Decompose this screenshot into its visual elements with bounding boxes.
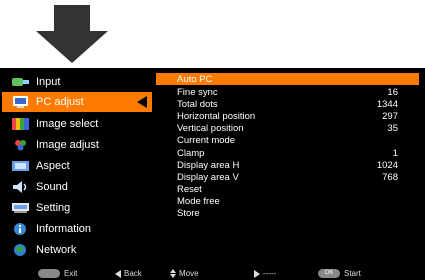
menu-item-pc-adjust[interactable]: PC adjust xyxy=(2,92,152,112)
setting-icon xyxy=(11,201,31,215)
submenu-value: 1 xyxy=(392,147,398,159)
menu-item-label: Information xyxy=(36,223,92,235)
menu-item-information[interactable]: Information xyxy=(2,219,152,239)
submenu-value: 768 xyxy=(382,171,398,183)
submenu-item-fine-sync[interactable]: Fine sync 16 xyxy=(156,86,419,98)
exit-hint: Exit xyxy=(38,269,77,278)
menu-item-label: Aspect xyxy=(36,160,70,172)
menu-item-label: Network xyxy=(36,244,77,256)
submenu-item-display-area-h[interactable]: Display area H 1024 xyxy=(156,159,419,171)
aspect-icon xyxy=(11,159,31,173)
menu-button-icon xyxy=(38,269,60,278)
submenu-item-store[interactable]: Store xyxy=(156,207,419,219)
menu-item-label: Setting xyxy=(36,202,71,214)
ok-button-icon: OK xyxy=(318,269,340,278)
submenu-label: Display area H xyxy=(177,159,240,171)
dashes-label: ----- xyxy=(263,269,277,278)
down-arrow-icon xyxy=(36,5,108,63)
menu-item-label: Image adjust xyxy=(36,139,99,151)
submenu-value: 297 xyxy=(382,110,398,122)
menu-item-image-select[interactable]: Image select xyxy=(2,114,152,134)
input-icon xyxy=(11,75,31,89)
submenu-label: Reset xyxy=(177,183,202,195)
submenu-label: Clamp xyxy=(177,147,205,159)
submenu-label: Auto PC xyxy=(177,73,213,85)
selected-arrow-icon xyxy=(137,96,147,108)
submenu-label: Store xyxy=(177,207,200,219)
menu-item-aspect[interactable]: Aspect xyxy=(2,156,152,176)
submenu-item-auto-pc[interactable]: Auto PC xyxy=(156,73,419,85)
up-down-arrow-icon xyxy=(170,269,176,278)
sound-icon xyxy=(11,180,31,194)
submenu-item-total-dots[interactable]: Total dots 1344 xyxy=(156,98,419,110)
right-hint: ----- xyxy=(254,269,276,278)
submenu-item-mode-free[interactable]: Mode free xyxy=(156,195,419,207)
back-label: Back xyxy=(124,269,142,278)
menu-item-sound[interactable]: Sound xyxy=(2,177,152,197)
submenu-label: Vertical position xyxy=(177,122,244,134)
back-hint: Back xyxy=(115,269,142,278)
image-adjust-icon xyxy=(11,138,31,152)
right-arrow-icon xyxy=(254,269,260,278)
move-label: Move xyxy=(179,269,199,278)
menu-item-label: Image select xyxy=(36,118,99,130)
submenu-value: 1344 xyxy=(376,98,398,110)
submenu-label: Mode free xyxy=(177,195,220,207)
main-menu: Input PC adjust Image select Image adjus… xyxy=(0,70,152,270)
bottom-help-bar: Exit Back Move ----- OK Start xyxy=(0,268,425,280)
submenu-label: Fine sync xyxy=(177,86,218,98)
menu-item-label: Input xyxy=(36,76,61,88)
submenu-item-current-mode[interactable]: Current mode xyxy=(156,134,419,146)
submenu-value: 35 xyxy=(387,122,398,134)
menu-item-label: Sound xyxy=(36,181,68,193)
start-label: Start xyxy=(344,269,361,278)
menu-item-setting[interactable]: Setting xyxy=(2,198,152,218)
left-arrow-icon xyxy=(115,269,121,278)
submenu-item-reset[interactable]: Reset xyxy=(156,183,419,195)
submenu-label: Current mode xyxy=(177,134,236,146)
network-icon xyxy=(11,243,31,257)
menu-item-input[interactable]: Input xyxy=(2,72,152,92)
submenu-item-horizontal-position[interactable]: Horizontal position 297 xyxy=(156,110,419,122)
start-hint: OK Start xyxy=(318,269,361,278)
submenu-value: 16 xyxy=(387,86,398,98)
submenu-item-vertical-position[interactable]: Vertical position 35 xyxy=(156,122,419,134)
pc-adjust-submenu: Auto PC Fine sync 16 Total dots 1344 Hor… xyxy=(156,70,419,266)
menu-item-image-adjust[interactable]: Image adjust xyxy=(2,135,152,155)
submenu-value: 1024 xyxy=(376,159,398,171)
exit-label: Exit xyxy=(64,269,78,278)
submenu-label: Horizontal position xyxy=(177,110,256,122)
image-select-icon xyxy=(11,117,31,131)
submenu-label: Display area V xyxy=(177,171,239,183)
submenu-item-clamp[interactable]: Clamp 1 xyxy=(156,147,419,159)
submenu-item-display-area-v[interactable]: Display area V 768 xyxy=(156,171,419,183)
pc-adjust-icon xyxy=(11,95,31,109)
menu-item-network[interactable]: Network xyxy=(2,240,152,260)
move-hint: Move xyxy=(170,269,199,278)
information-icon xyxy=(11,222,31,236)
menu-item-label: PC adjust xyxy=(36,96,84,108)
submenu-label: Total dots xyxy=(177,98,218,110)
